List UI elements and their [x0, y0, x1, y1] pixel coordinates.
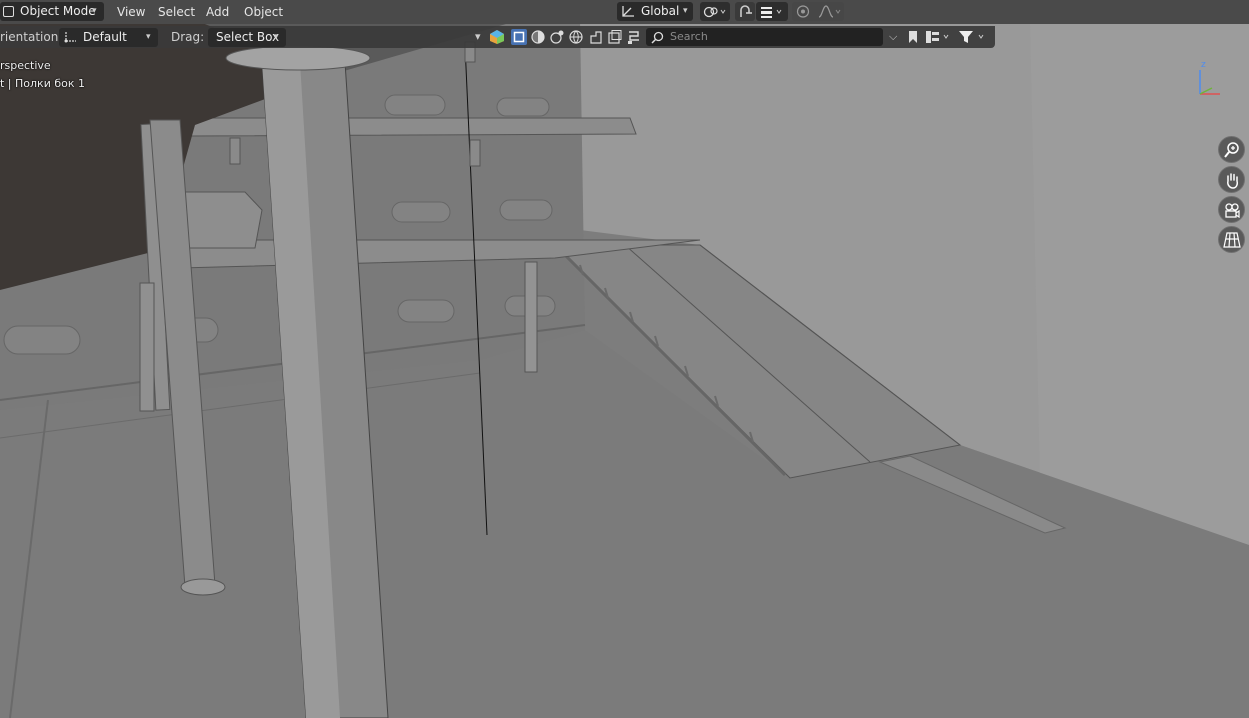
snap-element-dropdown[interactable] — [756, 2, 788, 21]
collection-filter-icon[interactable] — [607, 29, 623, 45]
pivot-point-button[interactable] — [700, 2, 730, 21]
tool-settings-bar: rientation: Default ▾ Drag: Select Box ▾… — [0, 26, 995, 48]
orientation-axes-icon — [64, 32, 76, 43]
proportional-edit-icon — [796, 5, 841, 18]
filter-icon — [959, 31, 984, 43]
object-info-text: t | Полки бок 1 — [0, 77, 85, 90]
transform-orientation-dropdown[interactable]: Global ▾ — [617, 2, 693, 21]
ortho-toggle-button[interactable] — [1218, 226, 1245, 253]
view-zoom-icon — [1223, 141, 1239, 158]
drag-field-label: Drag: — [171, 30, 205, 44]
bookmark-icon[interactable] — [905, 29, 921, 45]
chevron-down-icon: ▾ — [274, 32, 279, 42]
camera-filter-icon[interactable] — [549, 29, 565, 45]
chevron-down-icon: ▾ — [683, 6, 688, 16]
search-icon — [651, 31, 664, 44]
orientation-label: Global — [641, 4, 680, 18]
mode-label: Object Mode — [20, 4, 96, 18]
view-name-text: rspective — [0, 59, 51, 72]
light-filter-icon[interactable] — [530, 29, 546, 45]
proportional-edit-group[interactable] — [792, 2, 844, 21]
other-filter-icon[interactable] — [626, 29, 642, 45]
snap-toggle[interactable] — [735, 2, 755, 21]
chevron-down-icon: ▾ — [92, 6, 97, 16]
outliner-search-field[interactable]: Search — [646, 28, 883, 46]
chevron-down-icon: ▾ — [146, 32, 151, 42]
viewport-header: Object Mode ▾ View Select Add Object Glo… — [0, 0, 1249, 24]
mode-dropdown[interactable]: Object Mode ▾ — [0, 2, 104, 21]
3d-viewport[interactable] — [0, 0, 1249, 718]
snap-increment-icon — [761, 7, 782, 18]
search-placeholder: Search — [670, 30, 708, 43]
armature-filter-icon[interactable] — [588, 29, 604, 45]
transform-orientation-icon — [622, 6, 634, 17]
collapse-chevron-icon[interactable]: ▾ — [475, 30, 481, 43]
zoom-view-button[interactable] — [1218, 136, 1245, 163]
hierarchy-icon — [926, 31, 949, 43]
drag-dropdown[interactable]: Select Box ▾ — [208, 28, 286, 47]
object-mode-icon — [3, 6, 14, 17]
view-pan-icon — [1226, 172, 1238, 189]
menu-select[interactable]: Select — [154, 3, 199, 21]
menu-object[interactable]: Object — [240, 3, 287, 21]
world-filter-icon[interactable] — [568, 29, 584, 45]
orientation-value: Default — [83, 30, 127, 44]
all-types-icon[interactable] — [489, 29, 505, 45]
drag-value: Select Box — [216, 30, 280, 44]
axis-z-label: z — [1201, 60, 1206, 70]
mesh-filter-icon[interactable] — [511, 29, 527, 45]
pan-view-button[interactable] — [1218, 166, 1245, 193]
axis-gizmo[interactable]: z — [1190, 56, 1230, 101]
menu-add[interactable]: Add — [202, 3, 233, 21]
display-mode-dropdown[interactable] — [925, 29, 953, 45]
pivot-icon — [703, 6, 726, 18]
camera-view-button[interactable] — [1218, 196, 1245, 223]
filter-dropdown[interactable] — [958, 29, 988, 45]
orientation-dropdown[interactable]: Default ▾ — [59, 28, 158, 47]
snap-icon — [740, 5, 752, 17]
ortho-grid-icon — [1222, 231, 1241, 248]
orientation-field-label: rientation: — [0, 30, 63, 44]
camera-view-icon — [1224, 202, 1240, 218]
viewport-scene — [0, 0, 1249, 718]
chevron-down-icon[interactable]: ⌵ — [889, 30, 897, 44]
menu-view[interactable]: View — [113, 3, 149, 21]
